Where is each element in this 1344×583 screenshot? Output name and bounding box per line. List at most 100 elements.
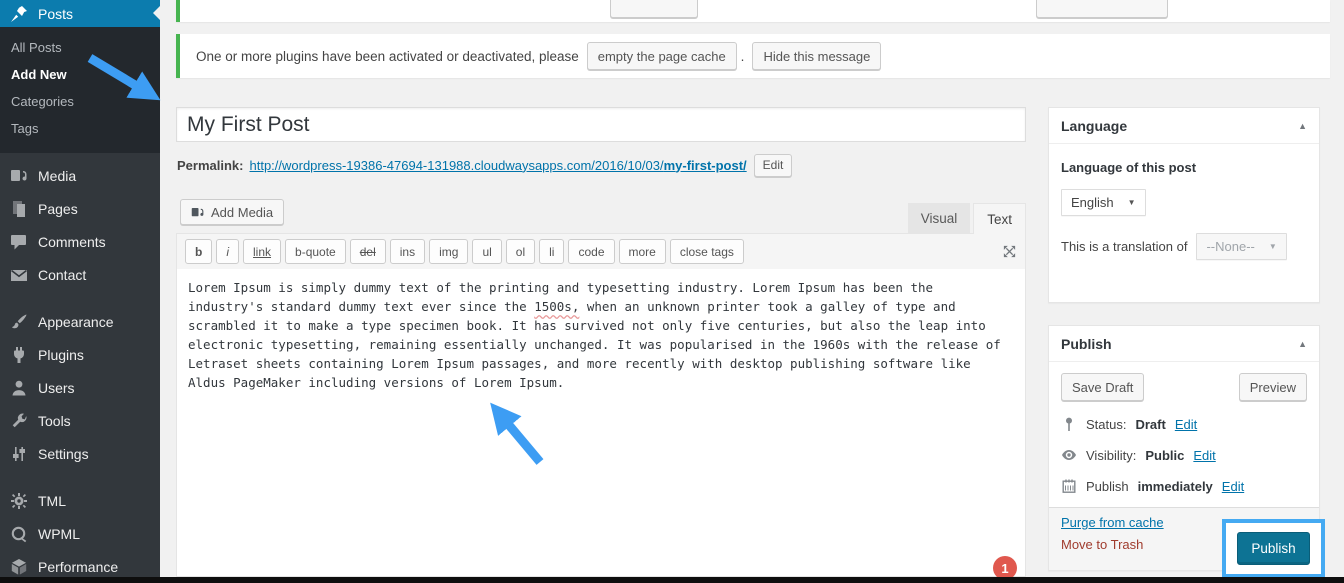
quicktag-more-button[interactable]: more [619, 239, 666, 264]
chevron-down-icon: ▼ [1269, 242, 1277, 251]
status-value: Draft [1135, 417, 1165, 432]
collapse-toggle-icon[interactable]: ▲ [1298, 121, 1307, 131]
media-icon [9, 166, 29, 186]
clipped-notice-button-2[interactable] [1036, 0, 1168, 18]
quicktag-link-button[interactable]: link [243, 239, 281, 264]
translation-label: This is a translation of [1061, 239, 1187, 254]
permalink-row: Permalink: http://wordpress-19386-47694-… [177, 153, 792, 177]
sidebar-item-label: TML [38, 493, 66, 509]
sidebar-item-label: Plugins [38, 347, 84, 363]
post-status-pin-icon [1061, 416, 1077, 432]
tab-visual[interactable]: Visual [908, 203, 971, 233]
sidebar-item-contact[interactable]: Contact [0, 258, 160, 291]
text-editor: b i link b-quote del ins img ul ol li co… [176, 233, 1026, 577]
notice-clipped-top [176, 0, 1330, 22]
quicktag-code-button[interactable]: code [568, 239, 614, 264]
visibility-value: Public [1145, 448, 1184, 463]
clipped-notice-button-1[interactable] [610, 0, 698, 18]
collapse-toggle-icon[interactable]: ▲ [1298, 339, 1307, 349]
sidebar-item-pages[interactable]: Pages [0, 192, 160, 225]
quicktag-ul-button[interactable]: ul [472, 239, 501, 264]
wordpress-admin-screen: Posts All Posts Add New Categories Tags … [0, 0, 1344, 583]
quicktag-italic-button[interactable]: i [216, 239, 239, 264]
language-of-post-label: Language of this post [1061, 160, 1307, 175]
comment-bubble-icon [9, 232, 29, 252]
plugin-cache-notice: One or more plugins have been activated … [176, 34, 1330, 78]
schedule-label: Publish [1086, 479, 1129, 494]
quicktag-del-button[interactable]: del [350, 239, 386, 264]
language-select[interactable]: English ▼ [1061, 189, 1146, 216]
sidebar-item-label: WPML [38, 526, 80, 542]
quicktag-img-button[interactable]: img [429, 239, 468, 264]
translation-select[interactable]: --None-- ▼ [1196, 233, 1286, 260]
posts-submenu: All Posts Add New Categories Tags [0, 27, 160, 153]
admin-sidebar: Posts All Posts Add New Categories Tags … [0, 0, 160, 583]
envelope-icon [9, 265, 29, 285]
wpml-globe-icon [9, 524, 29, 544]
sidebar-item-all-posts[interactable]: All Posts [0, 34, 160, 61]
quicktag-li-button[interactable]: li [539, 239, 564, 264]
user-icon [9, 378, 29, 398]
status-row: Status: Draft Edit [1061, 416, 1307, 432]
sidebar-item-add-new[interactable]: Add New [0, 61, 160, 88]
misspelled-word: 1500s, [534, 299, 579, 314]
cache-cube-icon [9, 557, 29, 577]
sidebar-item-label: Contact [38, 267, 86, 283]
publish-metabox-header[interactable]: Publish ▲ [1049, 326, 1319, 362]
permalink-link[interactable]: http://wordpress-19386-47694-131988.clou… [249, 158, 746, 173]
quicktag-closetags-button[interactable]: close tags [670, 239, 744, 264]
screenshot-bottom-edge [0, 577, 1344, 583]
sidebar-item-comments[interactable]: Comments [0, 225, 160, 258]
pages-icon [9, 199, 29, 219]
save-draft-button[interactable]: Save Draft [1061, 373, 1144, 401]
sidebar-item-tags[interactable]: Tags [0, 115, 160, 142]
schedule-value: immediately [1138, 479, 1213, 494]
quicktag-ol-button[interactable]: ol [506, 239, 535, 264]
sidebar-item-plugins[interactable]: Plugins [0, 338, 160, 371]
hide-message-button[interactable]: Hide this message [752, 42, 881, 70]
permalink-base: http://wordpress-19386-47694-131988.clou… [249, 158, 663, 173]
sidebar-item-media[interactable]: Media [0, 159, 160, 192]
empty-page-cache-button[interactable]: empty the page cache [587, 42, 737, 70]
sidebar-item-users[interactable]: Users [0, 371, 160, 404]
permalink-slug: my-first-post/ [664, 158, 747, 173]
pushpin-icon [9, 4, 29, 24]
post-title-input[interactable] [176, 107, 1026, 142]
sidebar-item-appearance[interactable]: Appearance [0, 305, 160, 338]
language-box-title: Language [1061, 118, 1127, 134]
sidebar-item-label: Media [38, 168, 76, 184]
preview-button[interactable]: Preview [1239, 373, 1307, 401]
quicktag-bquote-button[interactable]: b-quote [285, 239, 346, 264]
sidebar-item-tml[interactable]: TML [0, 484, 160, 517]
post-content-textarea[interactable]: Lorem Ipsum is simply dummy text of the … [177, 269, 1025, 578]
sidebar-item-categories[interactable]: Categories [0, 88, 160, 115]
sidebar-item-settings[interactable]: Settings [0, 437, 160, 470]
visibility-row: Visibility: Public Edit [1061, 447, 1307, 463]
sidebar-item-tools[interactable]: Tools [0, 404, 160, 437]
sidebar-item-label: Settings [38, 446, 89, 462]
edit-status-link[interactable]: Edit [1175, 417, 1197, 432]
fullscreen-expand-icon[interactable] [1002, 244, 1017, 259]
sidebar-item-label: Performance [38, 559, 118, 575]
language-metabox-header[interactable]: Language ▲ [1049, 108, 1319, 144]
plug-icon [9, 345, 29, 365]
publish-box-title: Publish [1061, 336, 1112, 352]
editor-mode-tabs: Visual Text [176, 203, 1026, 234]
tab-text[interactable]: Text [973, 203, 1026, 234]
edit-schedule-link[interactable]: Edit [1222, 479, 1244, 494]
wrench-icon [9, 411, 29, 431]
sidebar-item-posts[interactable]: Posts [0, 0, 160, 27]
schedule-row: Publish immediately Edit [1061, 478, 1307, 494]
edit-visibility-link[interactable]: Edit [1193, 448, 1215, 463]
publish-button[interactable]: Publish [1237, 532, 1309, 565]
translation-select-value: --None-- [1206, 239, 1254, 254]
gear-icon [9, 491, 29, 511]
chevron-down-icon: ▼ [1128, 198, 1136, 207]
quicktag-bold-button[interactable]: b [185, 239, 212, 264]
quicktag-ins-button[interactable]: ins [390, 239, 425, 264]
eye-icon [1061, 447, 1077, 463]
sidebar-item-wpml[interactable]: WPML [0, 517, 160, 550]
edit-permalink-button[interactable]: Edit [754, 154, 793, 177]
permalink-label: Permalink: [177, 158, 243, 173]
quicktags-toolbar: b i link b-quote del ins img ul ol li co… [177, 234, 1025, 269]
